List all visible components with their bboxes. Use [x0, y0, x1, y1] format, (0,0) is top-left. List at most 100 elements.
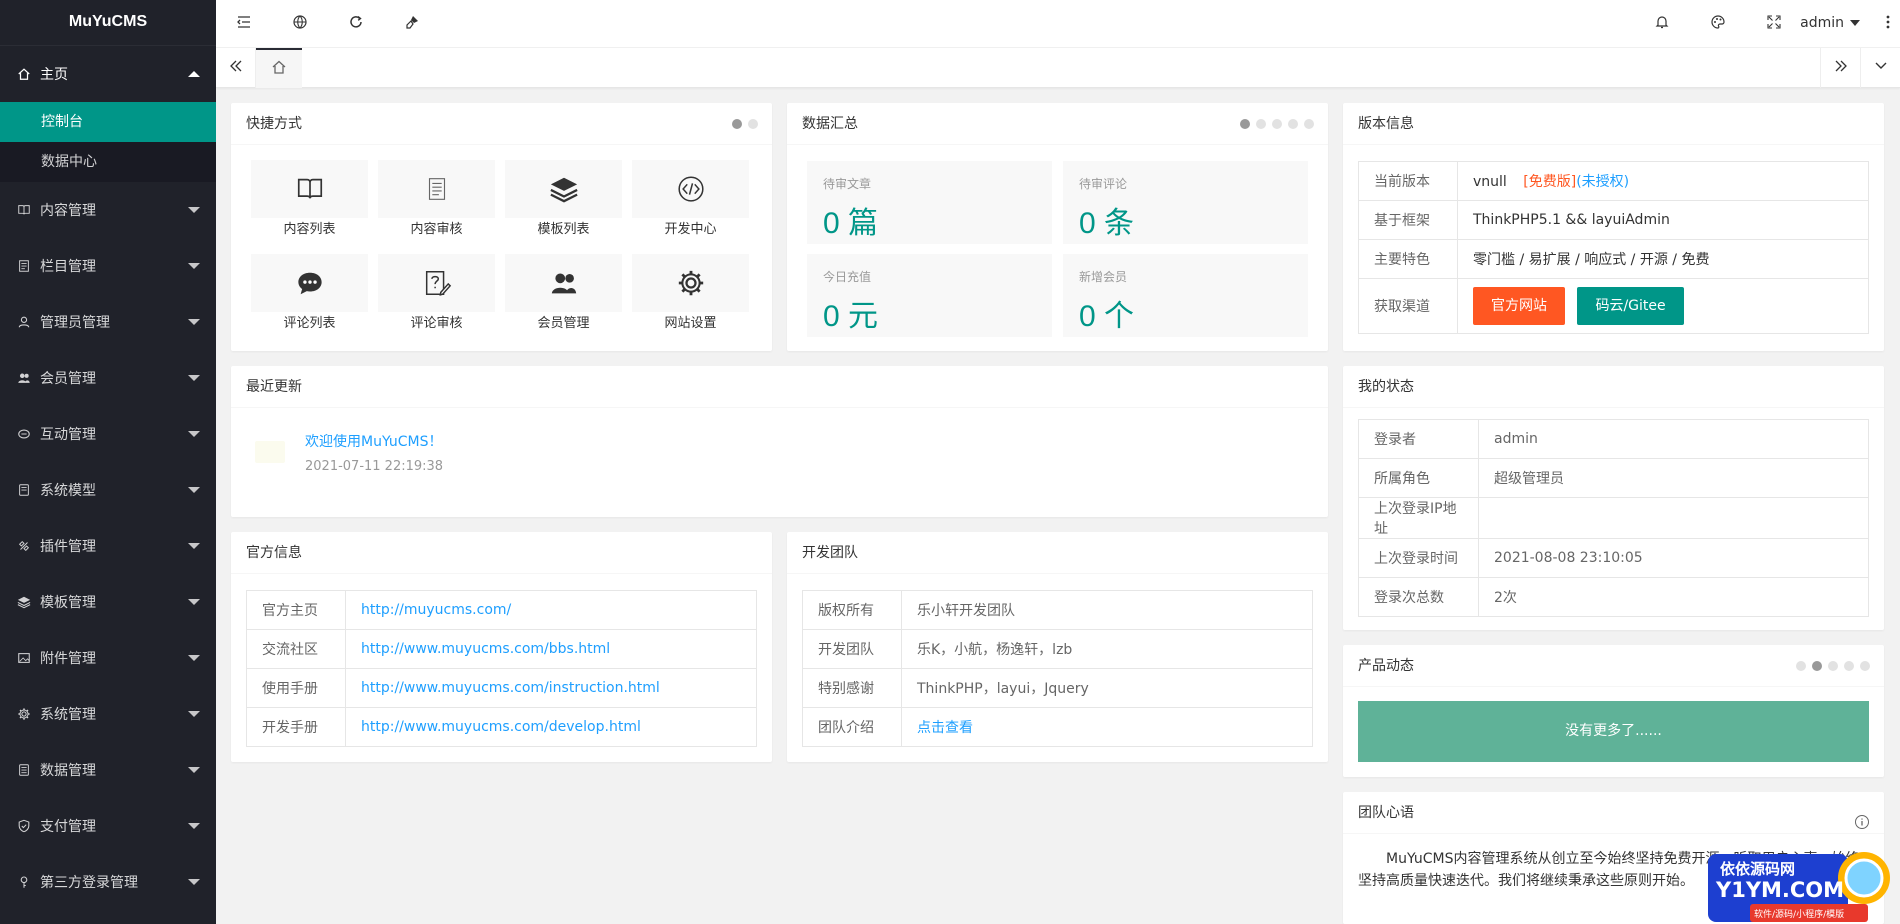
row-key: 获取渠道: [1358, 278, 1458, 334]
table-row: 基于框架 ThinkPHP5.1 && layuiAdmin: [1358, 200, 1869, 240]
carousel-dot[interactable]: [732, 119, 742, 129]
chevron-down-icon: [1873, 58, 1889, 78]
sidebar-item-11[interactable]: 支付管理: [0, 798, 216, 854]
sidebar-item-7[interactable]: 模板管理: [0, 574, 216, 630]
news-title-link[interactable]: 欢迎使用MuYuCMS！: [305, 431, 443, 451]
sidebar-item-home[interactable]: 主页: [0, 46, 216, 102]
sidebar-item-0[interactable]: 内容管理: [0, 182, 216, 238]
no-more-message[interactable]: 没有更多了......: [1358, 701, 1869, 762]
theme-button[interactable]: [1690, 0, 1746, 48]
sidebar-item-label: 管理员管理: [40, 315, 110, 331]
row-value: http://muyucms.com/: [345, 590, 757, 630]
card-header: 团队心语: [1343, 792, 1884, 834]
home-icon: [271, 59, 287, 79]
globe-icon: [292, 14, 308, 34]
stat-label: 待审文章: [823, 177, 872, 191]
license-link[interactable]: (未授权): [1576, 174, 1629, 190]
website-button[interactable]: [272, 0, 328, 48]
sidebar-item-4[interactable]: 互动管理: [0, 406, 216, 462]
caret-down-icon: [188, 487, 200, 493]
card-header: 最近更新: [231, 366, 1328, 408]
row-link[interactable]: http://www.muyucms.com/instruction.html: [361, 680, 660, 696]
shortcut-item[interactable]: 开发中心: [632, 160, 749, 248]
carousel-dot[interactable]: [1828, 661, 1838, 671]
carousel-dot[interactable]: [1812, 661, 1822, 671]
sidebar-subitem-console[interactable]: 控制台: [0, 102, 216, 142]
row-link[interactable]: 点击查看: [917, 720, 973, 736]
palette-icon: [1710, 14, 1726, 34]
caret-down-icon: [188, 319, 200, 325]
carousel-dot[interactable]: [1304, 119, 1314, 129]
carousel-dot[interactable]: [1796, 661, 1806, 671]
more-button[interactable]: [1876, 0, 1900, 48]
notification-button[interactable]: [1634, 0, 1690, 48]
tabs-scroll-right-button[interactable]: [1820, 48, 1860, 88]
my-status-card: 我的状态 登录者 admin 所属角色 超级管理员 上次登录IP地址 上次登录时间 2021…: [1343, 366, 1884, 630]
app-logo[interactable]: MuYuCMS: [0, 0, 216, 46]
refresh-icon: [348, 14, 364, 34]
gitee-button[interactable]: 码云/Gitee: [1577, 287, 1684, 325]
stat-tile[interactable]: 新增会员 0 个: [1063, 254, 1308, 337]
top-header: admin: [216, 0, 1900, 48]
row-value: 2021-08-08 23:10:05: [1478, 538, 1869, 578]
row-value: http://www.muyucms.com/develop.html: [345, 707, 757, 747]
shortcut-item[interactable]: 会员管理: [505, 254, 622, 342]
row-key: 团队介绍: [802, 707, 902, 747]
sidebar-item-10[interactable]: 数据管理: [0, 742, 216, 798]
sidebar-item-8[interactable]: 附件管理: [0, 630, 216, 686]
fullscreen-button[interactable]: [1746, 0, 1802, 48]
shortcut-item[interactable]: 内容审核: [378, 160, 495, 248]
row-link[interactable]: http://muyucms.com/: [361, 602, 511, 618]
tabs-menu-button[interactable]: [1860, 48, 1900, 88]
free-badge: [免费版]: [1523, 174, 1577, 190]
shortcut-item[interactable]: 内容列表: [251, 160, 368, 248]
carousel-dot[interactable]: [748, 119, 758, 129]
row-link[interactable]: http://www.muyucms.com/develop.html: [361, 719, 641, 735]
table-row: 登录次总数 2次: [1358, 577, 1869, 617]
carousel-dot[interactable]: [1240, 119, 1250, 129]
sidebar-item-5[interactable]: 系统模型: [0, 462, 216, 518]
tabs-scroll-left-button[interactable]: [216, 48, 256, 88]
stat-tile[interactable]: 待审评论 0 条: [1063, 161, 1308, 244]
toggle-sidebar-button[interactable]: [216, 0, 272, 48]
sidebar-item-12[interactable]: 第三方登录管理: [0, 854, 216, 910]
shortcut-item[interactable]: 模板列表: [505, 160, 622, 248]
carousel-dot[interactable]: [1288, 119, 1298, 129]
watermark-title: 依依源码网: [1720, 860, 1796, 878]
stat-value: 0 元: [823, 300, 879, 333]
carousel-dot[interactable]: [1844, 661, 1854, 671]
official-site-button[interactable]: 官方网站: [1473, 287, 1565, 325]
row-link[interactable]: http://www.muyucms.com/bbs.html: [361, 641, 610, 657]
carousel-dot[interactable]: [1272, 119, 1282, 129]
sidebar-item-3[interactable]: 会员管理: [0, 350, 216, 406]
layers-icon: [505, 160, 622, 218]
card-header: 数据汇总: [787, 103, 1328, 145]
shortcut-item[interactable]: 网站设置: [632, 254, 749, 342]
sidebar-item-label: 互动管理: [40, 427, 96, 443]
caret-down-icon: [188, 711, 200, 717]
clear-cache-button[interactable]: [384, 0, 440, 48]
carousel-dot[interactable]: [1860, 661, 1870, 671]
sidebar-item-9[interactable]: 系统管理: [0, 686, 216, 742]
table-row: 当前版本 vnull [免费版](未授权): [1358, 161, 1869, 201]
table-row: 主要特色 零门槛 / 易扩展 / 响应式 / 开源 / 免费: [1358, 239, 1869, 279]
sidebar-submenu-home: 控制台 数据中心: [0, 102, 216, 182]
user-menu[interactable]: admin: [1800, 0, 1860, 48]
table-row: 获取渠道 官方网站 码云/Gitee: [1358, 278, 1869, 334]
shortcut-item[interactable]: 评论审核: [378, 254, 495, 342]
sidebar-subitem-data-center[interactable]: 数据中心: [0, 142, 216, 182]
stat-tile[interactable]: 今日充值 0 元: [807, 254, 1052, 337]
shortcut-item[interactable]: 评论列表: [251, 254, 368, 342]
sidebar-item-1[interactable]: 栏目管理: [0, 238, 216, 294]
sidebar-item-label: 第三方登录管理: [40, 875, 138, 891]
sidebar-item-2[interactable]: 管理员管理: [0, 294, 216, 350]
stat-tile[interactable]: 待审文章 0 篇: [807, 161, 1052, 244]
carousel-dot[interactable]: [1256, 119, 1266, 129]
sidebar-item-6[interactable]: 插件管理: [0, 518, 216, 574]
refresh-button[interactable]: [328, 0, 384, 48]
shortcut-label: 评论审核: [410, 316, 463, 331]
tab-home[interactable]: [256, 48, 302, 88]
table-row: 版权所有 乐小轩开发团队: [802, 590, 1313, 630]
key-icon: [16, 874, 32, 890]
question-edit-icon: [378, 254, 495, 312]
